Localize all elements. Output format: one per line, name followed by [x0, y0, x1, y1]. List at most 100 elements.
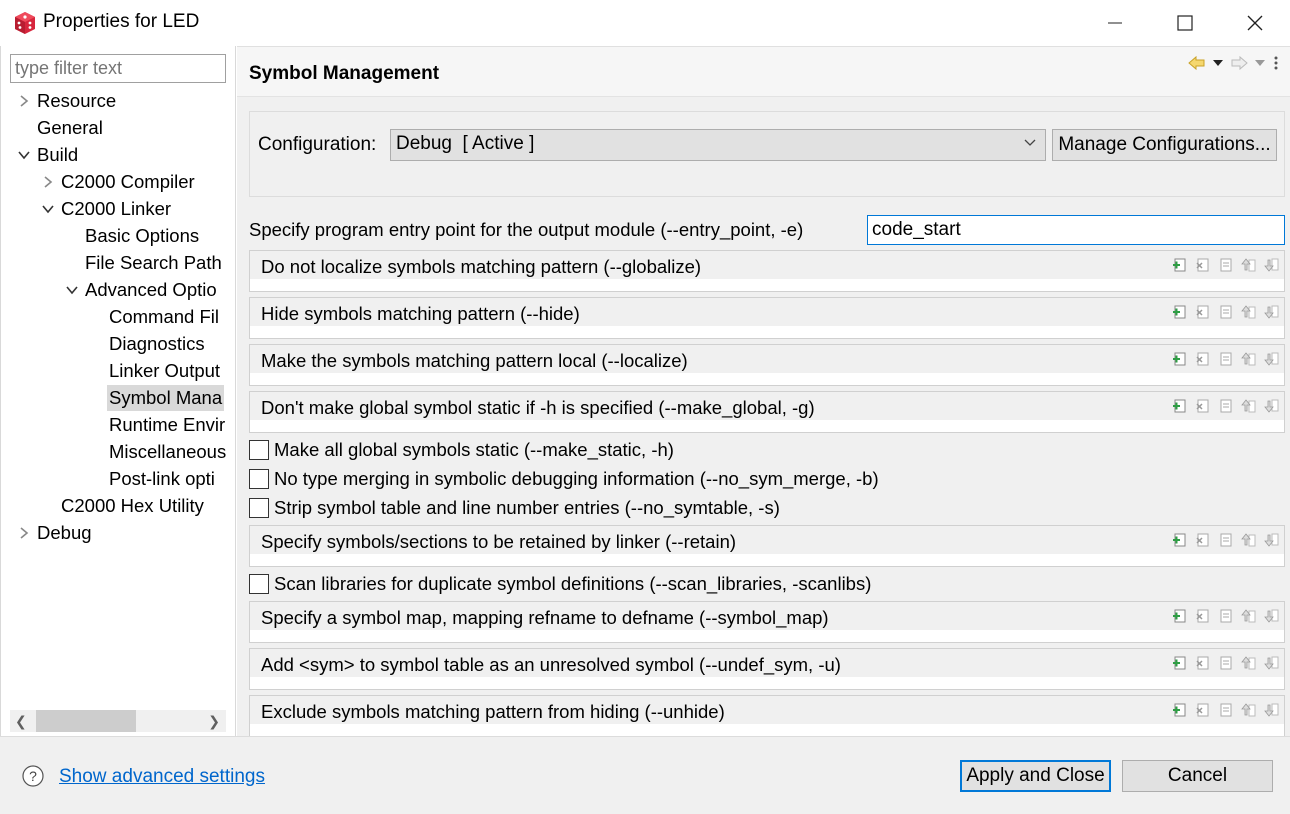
move-down-icon[interactable] — [1264, 351, 1280, 367]
expanded-chevron-icon[interactable] — [41, 196, 55, 222]
list-body[interactable] — [250, 373, 1284, 385]
close-button[interactable] — [1220, 0, 1290, 46]
tree-horizontal-scrollbar[interactable]: ❮ ❯ — [10, 710, 226, 732]
move-down-icon[interactable] — [1264, 655, 1280, 671]
option-checkbox-row[interactable]: No type merging in symbolic debugging in… — [249, 467, 1285, 493]
tree-item[interactable]: Miscellaneous — [1, 439, 237, 465]
delete-item-icon[interactable] — [1195, 257, 1211, 273]
move-down-icon[interactable] — [1264, 532, 1280, 548]
move-up-icon[interactable] — [1241, 257, 1257, 273]
back-dropdown-icon[interactable] — [1212, 58, 1224, 68]
add-item-icon[interactable] — [1172, 304, 1188, 320]
list-body[interactable] — [250, 326, 1284, 338]
add-item-icon[interactable] — [1172, 608, 1188, 624]
edit-item-icon[interactable] — [1218, 257, 1234, 273]
scroll-right-icon[interactable]: ❯ — [208, 713, 220, 730]
delete-item-icon[interactable] — [1195, 655, 1211, 671]
add-item-icon[interactable] — [1172, 257, 1188, 273]
move-down-icon[interactable] — [1264, 257, 1280, 273]
edit-item-icon[interactable] — [1218, 702, 1234, 718]
move-down-icon[interactable] — [1264, 398, 1280, 414]
list-body[interactable] — [250, 420, 1284, 432]
tree-item[interactable]: Symbol Mana — [1, 385, 237, 411]
add-item-icon[interactable] — [1172, 532, 1188, 548]
edit-item-icon[interactable] — [1218, 351, 1234, 367]
add-item-icon[interactable] — [1172, 702, 1188, 718]
tree-item[interactable]: File Search Path — [1, 250, 237, 276]
checkbox[interactable] — [249, 469, 269, 489]
edit-item-icon[interactable] — [1218, 608, 1234, 624]
tree-item[interactable]: Basic Options — [1, 223, 237, 249]
edit-item-icon[interactable] — [1218, 304, 1234, 320]
option-checkbox-row[interactable]: Make all global symbols static (--make_s… — [249, 438, 1285, 464]
tree-item[interactable]: Resource — [1, 88, 237, 114]
filter-input[interactable] — [10, 54, 226, 83]
move-up-icon[interactable] — [1241, 304, 1257, 320]
scrollbar-thumb[interactable] — [36, 710, 136, 732]
tree-item[interactable]: C2000 Linker — [1, 196, 237, 222]
tree-item[interactable]: Build — [1, 142, 237, 168]
expanded-chevron-icon[interactable] — [65, 277, 79, 303]
delete-item-icon[interactable] — [1195, 398, 1211, 414]
move-up-icon[interactable] — [1241, 532, 1257, 548]
tree-item[interactable]: Post-link opti — [1, 466, 237, 492]
checkbox[interactable] — [249, 440, 269, 460]
collapsed-chevron-icon[interactable] — [41, 169, 55, 195]
collapsed-chevron-icon[interactable] — [17, 520, 31, 546]
option-checkbox-row[interactable]: Strip symbol table and line number entri… — [249, 496, 1285, 522]
show-advanced-settings-link[interactable]: Show advanced settings — [59, 766, 265, 788]
add-item-icon[interactable] — [1172, 655, 1188, 671]
move-down-icon[interactable] — [1264, 608, 1280, 624]
checkbox[interactable] — [249, 574, 269, 594]
tree-item[interactable]: Diagnostics — [1, 331, 237, 357]
manage-configurations-button[interactable]: Manage Configurations... — [1052, 129, 1277, 161]
delete-item-icon[interactable] — [1195, 702, 1211, 718]
delete-item-icon[interactable] — [1195, 532, 1211, 548]
move-up-icon[interactable] — [1241, 608, 1257, 624]
list-body[interactable] — [250, 724, 1284, 736]
checkbox[interactable] — [249, 498, 269, 518]
move-up-icon[interactable] — [1241, 655, 1257, 671]
tree-item[interactable]: Linker Output — [1, 358, 237, 384]
maximize-button[interactable] — [1150, 0, 1220, 46]
delete-item-icon[interactable] — [1195, 608, 1211, 624]
edit-item-icon[interactable] — [1218, 532, 1234, 548]
add-item-icon[interactable] — [1172, 351, 1188, 367]
expanded-chevron-icon[interactable] — [17, 142, 31, 168]
scan-libraries-checkbox-row[interactable]: Scan libraries for duplicate symbol defi… — [249, 572, 1285, 598]
view-menu-icon[interactable] — [1272, 55, 1280, 71]
help-icon[interactable]: ? — [22, 765, 44, 787]
entry-point-input[interactable]: code_start — [867, 215, 1285, 245]
tree-item[interactable]: C2000 Hex Utility — [1, 493, 237, 519]
tree-item[interactable]: C2000 Compiler — [1, 169, 237, 195]
maximize-icon — [1177, 15, 1193, 31]
configuration-select[interactable]: Debug [ Active ] — [390, 129, 1046, 161]
delete-item-icon[interactable] — [1195, 351, 1211, 367]
delete-item-icon[interactable] — [1195, 304, 1211, 320]
edit-item-icon[interactable] — [1218, 398, 1234, 414]
forward-arrow-icon[interactable] — [1230, 55, 1248, 71]
tree-item[interactable]: General — [1, 115, 237, 141]
tree-item[interactable]: Advanced Optio — [1, 277, 237, 303]
tree-item[interactable]: Runtime Envir — [1, 412, 237, 438]
minimize-button[interactable] — [1080, 0, 1150, 46]
collapsed-chevron-icon[interactable] — [17, 88, 31, 114]
apply-and-close-button[interactable]: Apply and Close — [960, 760, 1111, 792]
back-arrow-icon[interactable] — [1188, 55, 1206, 71]
move-down-icon[interactable] — [1264, 304, 1280, 320]
move-up-icon[interactable] — [1241, 702, 1257, 718]
move-up-icon[interactable] — [1241, 351, 1257, 367]
tree-item[interactable]: Command Fil — [1, 304, 237, 330]
move-down-icon[interactable] — [1264, 702, 1280, 718]
list-body[interactable] — [250, 630, 1284, 642]
scroll-left-icon[interactable]: ❮ — [15, 713, 27, 730]
list-body[interactable] — [250, 554, 1284, 566]
list-body[interactable] — [250, 279, 1284, 291]
tree-item[interactable]: Debug — [1, 520, 237, 546]
edit-item-icon[interactable] — [1218, 655, 1234, 671]
add-item-icon[interactable] — [1172, 398, 1188, 414]
move-up-icon[interactable] — [1241, 398, 1257, 414]
list-body[interactable] — [250, 677, 1284, 689]
cancel-button[interactable]: Cancel — [1122, 760, 1273, 792]
forward-dropdown-icon[interactable] — [1254, 58, 1266, 68]
